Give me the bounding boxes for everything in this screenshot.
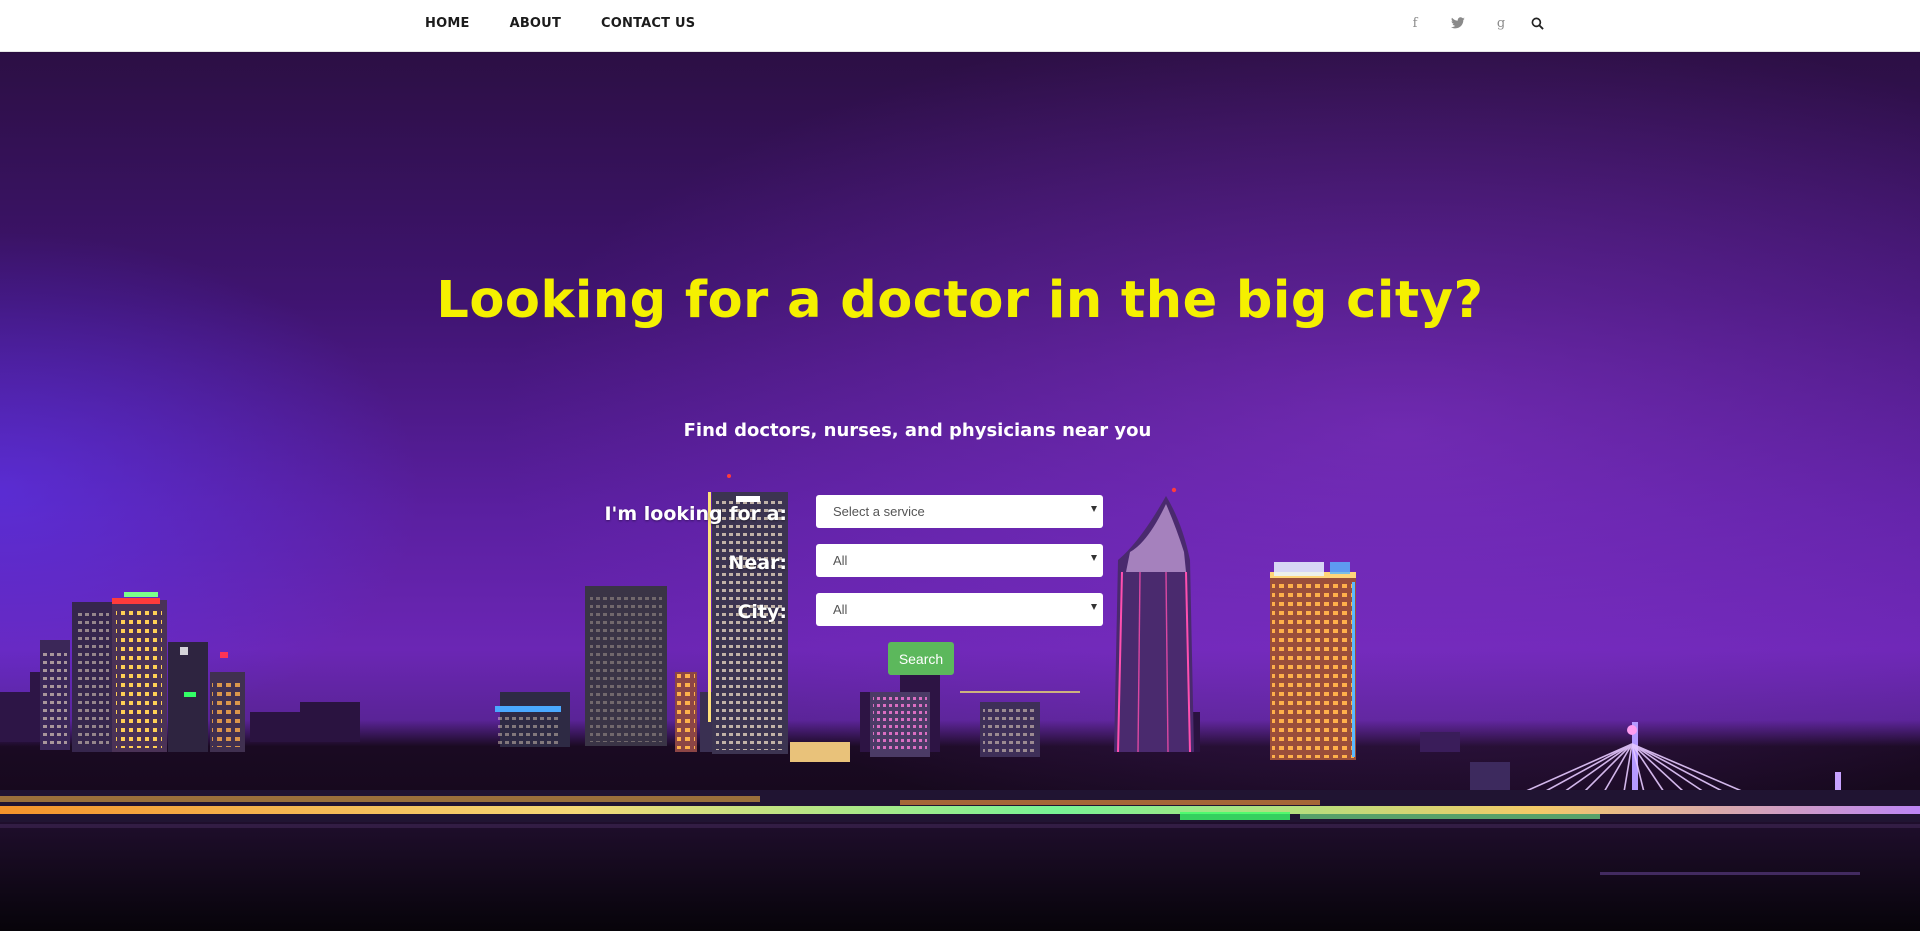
service-select[interactable]: Select a service (816, 495, 1103, 528)
city-skyline-background (0, 474, 1920, 931)
near-select-value: All (833, 553, 848, 568)
hero-headline: Looking for a doctor in the big city? (436, 271, 1484, 330)
near-label: Near: (728, 552, 787, 574)
main-nav: HOME ABOUT CONTACT US (425, 0, 735, 46)
twitter-icon[interactable] (1443, 11, 1473, 35)
hero-subheadline: Find doctors, nurses, and physicians nea… (683, 420, 1152, 441)
search-button[interactable]: Search (888, 642, 954, 675)
social-links: f g (1400, 0, 1558, 46)
city-label: City: (737, 601, 787, 623)
chevron-down-icon (1091, 555, 1097, 561)
near-select[interactable]: All (816, 544, 1103, 577)
nav-home-link[interactable]: HOME (425, 16, 470, 31)
top-navbar: HOME ABOUT CONTACT US f g (0, 0, 1920, 52)
city-select[interactable]: All (816, 593, 1103, 626)
hero-section: Looking for a doctor in the big city? Fi… (0, 52, 1920, 931)
nav-contact-us-link[interactable]: CONTACT US (601, 16, 695, 31)
google-plus-icon[interactable]: g (1486, 11, 1516, 35)
nav-about-link[interactable]: ABOUT (510, 16, 561, 31)
chevron-down-icon (1091, 506, 1097, 512)
service-label: I'm looking for a: (604, 503, 787, 525)
chevron-down-icon (1091, 604, 1097, 610)
service-select-value: Select a service (833, 504, 925, 519)
city-select-value: All (833, 602, 848, 617)
search-icon[interactable] (1529, 11, 1545, 35)
facebook-icon[interactable]: f (1400, 11, 1430, 35)
